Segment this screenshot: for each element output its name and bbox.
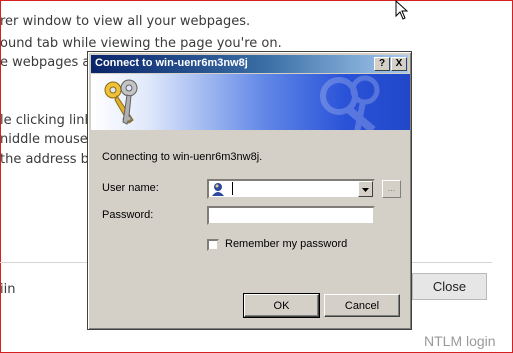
bg-bottom-text: iin bbox=[0, 282, 16, 297]
remember-label[interactable]: Remember my password bbox=[225, 238, 347, 250]
username-label: User name: bbox=[102, 182, 159, 194]
user-icon bbox=[212, 183, 224, 196]
bg-line-3: e webpages at bbox=[0, 55, 96, 70]
connect-dialog: Connect to win-uenr6m3nw8j ? X Connectin… bbox=[87, 51, 412, 330]
bg-line-6: the address b bbox=[0, 152, 89, 167]
password-field[interactable] bbox=[207, 206, 375, 225]
keys-icon bbox=[104, 75, 380, 130]
mouse-cursor-icon bbox=[395, 0, 409, 20]
combo-dropdown-button[interactable] bbox=[358, 181, 373, 197]
ok-button[interactable]: OK bbox=[243, 293, 320, 318]
dialog-title: Connect to win-uenr6m3nw8j bbox=[95, 57, 248, 69]
banner bbox=[91, 74, 410, 130]
close-button[interactable]: Close bbox=[412, 273, 487, 300]
bg-line-5: niddle mouse bbox=[0, 132, 88, 147]
bg-line-1: rer window to view all your webpages. bbox=[0, 14, 251, 29]
browse-button[interactable]: ... bbox=[382, 180, 401, 198]
remember-checkbox[interactable] bbox=[207, 239, 219, 251]
connecting-message: Connecting to win-uenr6m3nw8j. bbox=[102, 151, 263, 163]
dialog-close-button[interactable]: X bbox=[391, 57, 407, 71]
help-button[interactable]: ? bbox=[374, 57, 390, 71]
text-caret bbox=[232, 182, 233, 195]
password-label: Password: bbox=[102, 209, 154, 221]
username-combo[interactable] bbox=[207, 179, 375, 199]
bg-line-4: le clicking links bbox=[0, 113, 99, 128]
caption: NTLM login bbox=[424, 333, 496, 349]
bg-line-2: ound tab while viewing the page you're o… bbox=[0, 36, 282, 51]
cancel-button[interactable]: Cancel bbox=[324, 294, 400, 317]
chevron-down-icon bbox=[362, 188, 369, 192]
dialog-titlebar[interactable]: Connect to win-uenr6m3nw8j ? X bbox=[91, 55, 408, 73]
